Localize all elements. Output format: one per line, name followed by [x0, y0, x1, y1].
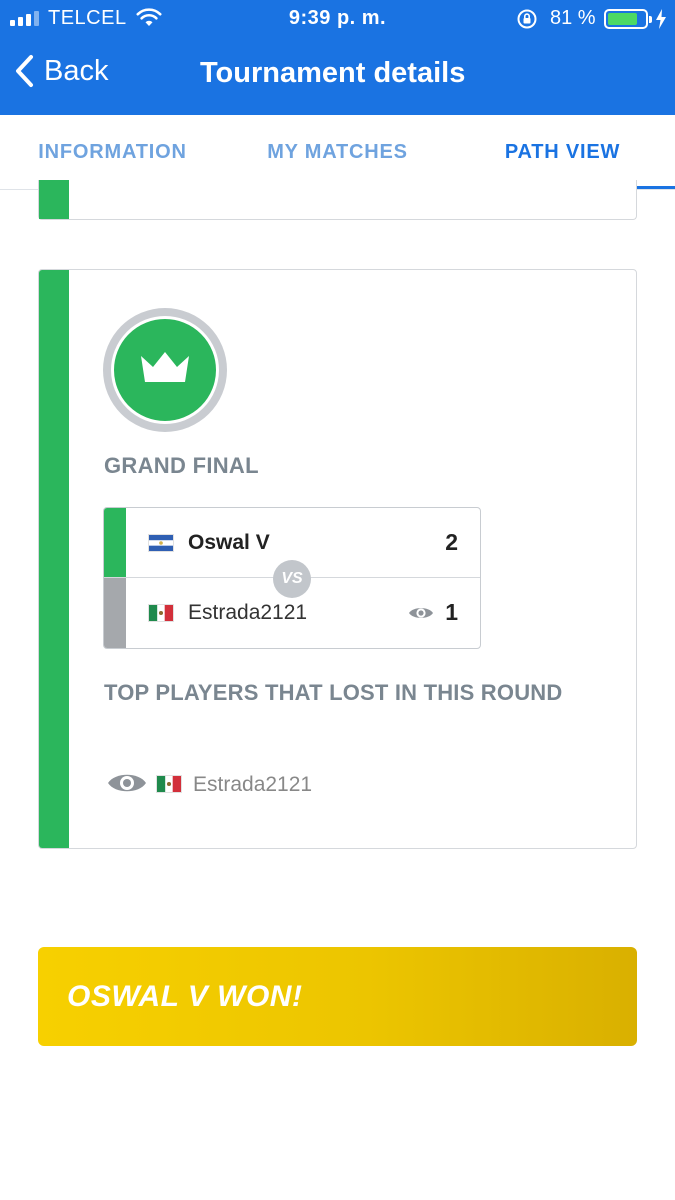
player-score: 1	[445, 599, 458, 625]
previous-round-card	[38, 180, 637, 220]
battery-percent: 81 %	[550, 7, 596, 29]
vs-badge: VS	[273, 560, 311, 598]
page-title: Tournament details	[200, 57, 466, 89]
back-label: Back	[44, 54, 109, 87]
flag-mexico-icon	[148, 604, 174, 622]
tab-my-matches[interactable]: MY MATCHES	[225, 115, 450, 190]
player-name: Estrada2121	[188, 601, 308, 624]
eye-icon[interactable]	[107, 770, 147, 796]
rotation-lock-icon	[517, 9, 537, 29]
round-status-bar	[39, 180, 69, 219]
eye-icon[interactable]	[408, 605, 434, 621]
status-bar: TELCEL 9:39 p. m. 81 %	[0, 0, 675, 38]
chevron-left-icon	[16, 55, 33, 87]
crown-icon	[141, 352, 189, 382]
round-title: GRAND FINAL	[104, 453, 259, 478]
tab-bar: INFORMATION MY MATCHES PATH VIEW	[0, 115, 675, 190]
lost-player-name: Estrada2121	[193, 773, 313, 796]
round-card: GRAND FINAL Oswal V 2 Estrada2121 1 VS T…	[38, 269, 637, 849]
flag-el-salvador-icon	[148, 534, 174, 552]
player-name: Oswal V	[188, 531, 270, 554]
winner-banner: OSWAL V WON!	[38, 947, 637, 1046]
loser-indicator	[104, 578, 126, 648]
battery-icon	[604, 9, 652, 29]
charging-icon	[656, 9, 666, 29]
match-card[interactable]: Oswal V 2 Estrada2121 1 VS	[103, 507, 481, 649]
player-score: 2	[445, 529, 458, 555]
lost-players-heading: TOP PLAYERS THAT LOST IN THIS ROUND	[104, 680, 563, 705]
winner-text: OSWAL V WON!	[67, 980, 303, 1013]
tab-path-view[interactable]: PATH VIEW	[450, 115, 675, 190]
round-badge	[103, 308, 227, 432]
tab-information[interactable]: INFORMATION	[0, 115, 225, 190]
top-bar: TELCEL 9:39 p. m. 81 % Back Tournament d…	[0, 0, 675, 115]
back-button[interactable]: Back	[14, 54, 108, 88]
round-status-bar	[39, 270, 69, 848]
flag-mexico-icon	[156, 775, 182, 793]
winner-indicator	[104, 508, 126, 577]
